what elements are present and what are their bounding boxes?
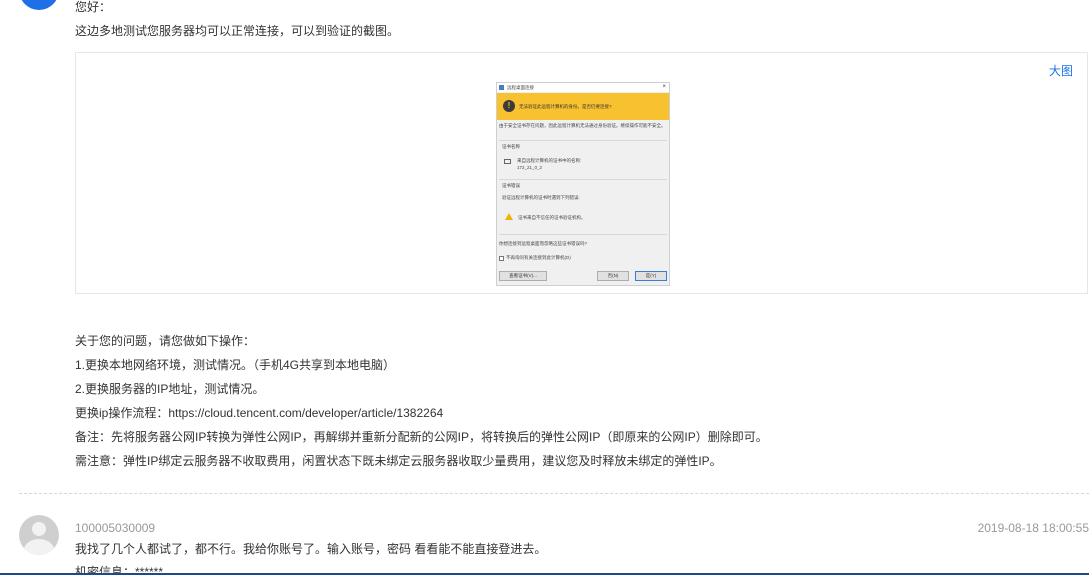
warning-banner: ! 无法验证此远程计算机的身份。是否仍要连接?	[497, 93, 669, 120]
reply-timestamp: 2019-08-18 18:00:55	[977, 521, 1089, 535]
view-large-image-link[interactable]: 大图	[1049, 62, 1073, 79]
dialog-title-text: 远程桌面连接	[507, 85, 534, 90]
close-icon: ×	[662, 84, 666, 90]
message-divider	[19, 493, 1089, 494]
divider	[499, 140, 667, 141]
instruction-line: 关于您的问题，请您做如下操作：	[75, 334, 256, 348]
view-cert-button: 查看证书(V)...	[499, 271, 547, 281]
no-button: 否(N)	[597, 271, 629, 281]
reply-user-id: 100005030009	[75, 521, 156, 535]
cert-name-value: 172_21_0_2	[517, 165, 543, 170]
computer-icon	[504, 159, 511, 164]
cert-error-line: 验证远程计算机的证书时遇到下列错误:	[502, 195, 580, 200]
user-icon	[32, 522, 46, 536]
avatar	[19, 515, 59, 555]
dialog-question: 你想连接到远程桌面而忽略这些证书错误吗?	[499, 241, 588, 246]
intro-text: 这边多地测试您服务器均可以正常连接，可以到验证的截图。	[75, 24, 400, 38]
yes-button: 是(Y)	[635, 271, 667, 281]
warning-triangle-icon	[505, 213, 513, 220]
cert-error-item: 证书来自不信任的证书验证机构。	[518, 215, 586, 220]
warning-banner-text: 无法验证此远程计算机的身份。是否仍要连接?	[519, 104, 612, 109]
divider	[499, 234, 667, 235]
warning-shield-icon: !	[503, 100, 515, 112]
instruction-line: 需注意：弹性IP绑定云服务器不收取费用，闲置状态下既未绑定云服务器收取少量费用，…	[75, 454, 722, 468]
instruction-line: 1.更换本地网络环境，测试情况。（手机4G共享到本地电脑）	[75, 358, 396, 372]
cert-name-line: 来自远程计算机的证书中的名称:	[517, 158, 582, 163]
cert-error-title: 证书错误	[502, 183, 520, 188]
dialog-title: 远程桌面连接 ×	[497, 83, 669, 92]
divider	[499, 179, 667, 180]
instruction-line: 更换ip操作流程：https://cloud.tencent.com/devel…	[75, 406, 444, 420]
dialog-description: 由于安全证书存在问题，因此远程计算机无法通过身份验证。继续操作可能不安全。	[499, 123, 666, 128]
reply-text: 我找了几个人都试了，都不行。我给你账号了。输入账号，密码 看看能不能直接登进去。	[75, 542, 547, 556]
dont-ask-label: 不再询问有关连接到此计算机(D)	[506, 255, 571, 260]
screenshot-attachment[interactable]: 大图 远程桌面连接 × ! 无法验证此远程计算机的身份。是否仍要连接? 由于安全…	[75, 52, 1088, 294]
rdp-dialog-image: 远程桌面连接 × ! 无法验证此远程计算机的身份。是否仍要连接? 由于安全证书存…	[496, 82, 670, 286]
dont-ask-checkbox	[499, 256, 504, 261]
greeting-text: 您好：	[75, 0, 112, 14]
instruction-line: 2.更换服务器的IP地址，测试情况。	[75, 382, 265, 396]
avatar	[19, 0, 59, 10]
rdp-app-icon	[499, 85, 504, 90]
cert-name-title: 证书名称	[502, 144, 520, 149]
instruction-line: 备注：先将服务器公网IP转换为弹性公网IP，再解绑并重新分配新的公网IP，将转换…	[75, 430, 768, 444]
page: 您好： 这边多地测试您服务器均可以正常连接，可以到验证的截图。 大图 远程桌面连…	[0, 0, 1089, 575]
